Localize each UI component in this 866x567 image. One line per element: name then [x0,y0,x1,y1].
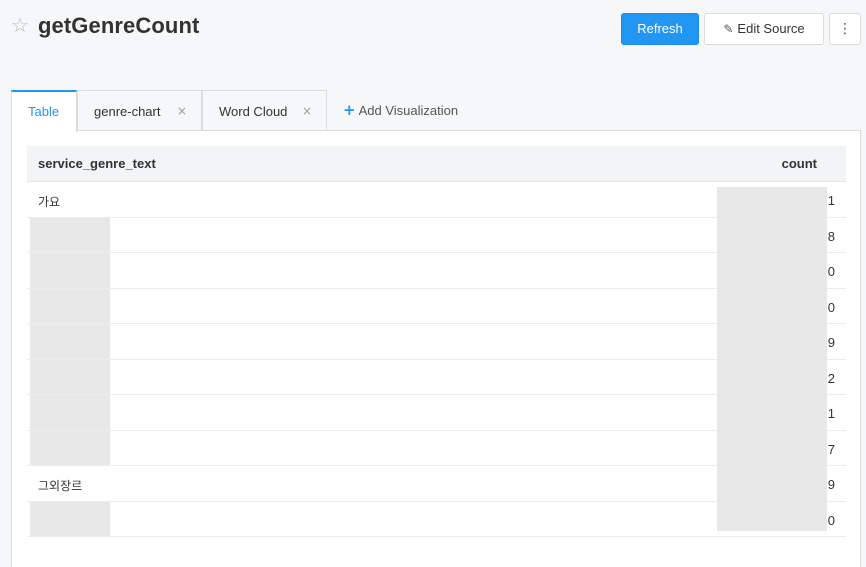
tab-label: Table [28,104,60,119]
count-cell: 0 [827,299,835,315]
count-cell: 2 [827,370,835,386]
redaction-block [30,359,110,394]
tab-label: Word Cloud [219,104,288,119]
tab-label: genre-chart [94,104,161,119]
genre-cell: 가요 [38,195,61,209]
redaction-block [30,288,110,323]
table-header: service_genre_text count [27,146,846,182]
count-cell: 0 [827,512,835,528]
plus-icon: + [343,101,356,119]
query-header: ☆ getGenreCount Refresh ✎ Edit Source ⋮ [0,0,866,60]
edit-source-label: Edit Source [737,21,805,36]
count-cell: 1 [827,193,835,208]
redaction-block [30,253,110,288]
count-cell: 9 [827,335,835,350]
redaction-block [30,324,110,359]
redaction-block [30,217,110,252]
column-header-genre[interactable]: service_genre_text [38,156,156,171]
count-cell: 7 [827,441,835,457]
count-cell: 0 [827,264,835,279]
count-cell: 1 [827,406,835,421]
count-cell: 9 [827,477,835,492]
close-icon[interactable]: × [177,91,187,132]
edit-icon: ✎ [723,22,734,36]
column-header-count[interactable]: count [782,156,817,171]
tab-genre-chart[interactable]: genre-chart × [77,90,202,131]
redaction-block [30,430,110,465]
tab-word-cloud[interactable]: Word Cloud × [202,90,327,131]
page-title: getGenreCount [38,13,200,38]
star-icon[interactable]: ☆ [10,15,30,35]
redaction-block [30,395,110,430]
redaction-block [717,187,827,531]
genre-cell: 그외장르 [38,479,83,493]
add-visualization-label: Add Visualization [358,103,459,118]
refresh-button[interactable]: Refresh [621,13,699,45]
tab-table[interactable]: Table [11,90,77,132]
add-visualization-button[interactable]: + Add Visualization [343,90,458,131]
close-icon[interactable]: × [302,91,312,132]
edit-source-button[interactable]: ✎ Edit Source [704,13,824,45]
count-cell: 8 [827,228,835,244]
more-options-button[interactable]: ⋮ [829,13,861,45]
visualization-tabs: Table genre-chart × Word Cloud × + Add Vi… [11,90,861,132]
redaction-block [30,501,110,536]
